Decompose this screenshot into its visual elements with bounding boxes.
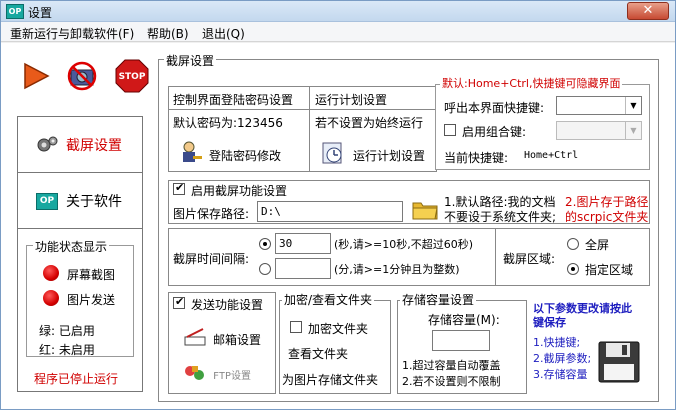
menu-help[interactable]: 帮助(B) bbox=[147, 25, 189, 42]
nav-screenshot-label: 截屏设置 bbox=[66, 138, 122, 154]
combo-key-label: 启用组合键: bbox=[462, 125, 527, 139]
left-nav-panel: 截屏设置 OP 关于软件 功能状态显示 屏幕截图 图片发送 绿: 已启用 红: … bbox=[17, 116, 143, 392]
nav-screenshot-settings[interactable]: 截屏设置 bbox=[18, 117, 142, 173]
send-function-box: 发送功能设置 邮箱设置 FTP设置 bbox=[168, 292, 276, 394]
stopped-status: 程序已停止运行 bbox=[34, 372, 119, 386]
plan-header: 运行计划设置 bbox=[315, 93, 388, 107]
encrypt-folder-label: 加密文件夹 bbox=[308, 322, 369, 336]
save-path-input[interactable]: D:\ bbox=[257, 201, 403, 222]
storage-capacity-box: 存储容量设置 存储容量(M): 1.超过容量自动覆盖 2.若不设置则不限制 bbox=[397, 291, 527, 394]
interval-seconds-input[interactable]: 30 bbox=[275, 233, 331, 254]
current-hotkey-value: Home+Ctrl bbox=[524, 150, 579, 161]
password-plan-box: 控制界面登陆密码设置 运行计划设置 默认密码为:123456 若不设置为始终运行… bbox=[168, 86, 437, 172]
interval-minutes-input[interactable] bbox=[275, 258, 331, 279]
status-group: 功能状态显示 屏幕截图 图片发送 绿: 已启用 红: 未启用 bbox=[26, 238, 134, 357]
screenshot-settings-group: 截屏设置 控制界面登陆密码设置 运行计划设置 默认密码为:123456 若不设置… bbox=[158, 52, 659, 402]
current-hotkey-label: 当前快捷键: bbox=[444, 151, 509, 165]
storage-title: 存储容量设置 bbox=[400, 291, 477, 308]
storage-note-2: 2.若不设置则不限制 bbox=[402, 375, 501, 388]
capacity-label: 存储容量(M): bbox=[428, 313, 500, 327]
encrypt-folder-checkbox[interactable] bbox=[290, 321, 302, 333]
close-button[interactable]: ✕ bbox=[627, 2, 669, 20]
area-specified-label: 指定区域 bbox=[585, 263, 634, 277]
interval-label: 截屏时间间隔: bbox=[173, 252, 250, 266]
save-path-label: 图片保存路径: bbox=[173, 207, 250, 221]
ftp-settings-button[interactable]: FTP设置 bbox=[213, 367, 251, 382]
svg-text:STOP: STOP bbox=[119, 72, 146, 82]
status-title: 功能状态显示 bbox=[33, 238, 110, 255]
menu-exit[interactable]: 退出(Q) bbox=[202, 25, 245, 42]
password-header: 控制界面登陆密码设置 bbox=[173, 93, 294, 107]
call-hotkey-label: 呼出本界面快捷键: bbox=[444, 101, 545, 115]
gears-icon bbox=[37, 136, 58, 152]
ftp-icon bbox=[185, 366, 204, 380]
path-note-2b: 的scrpic文件夹 bbox=[565, 210, 649, 224]
save-note-item-2: 2.截屏参数; bbox=[533, 352, 592, 365]
main-group-title: 截屏设置 bbox=[164, 52, 217, 69]
storage-note-1: 1.超过容量自动覆盖 bbox=[402, 359, 501, 372]
green-legend: 绿: 已启用 bbox=[39, 324, 95, 338]
send-enable-label: 发送功能设置 bbox=[191, 298, 264, 312]
app-icon: OP bbox=[6, 4, 24, 19]
no-camera-icon[interactable] bbox=[67, 61, 97, 91]
nav-about[interactable]: OP 关于软件 bbox=[18, 173, 142, 229]
window-title: 设置 bbox=[28, 6, 53, 20]
default-password: 默认密码为:123456 bbox=[173, 116, 283, 130]
view-folder-button[interactable]: 查看文件夹 bbox=[288, 345, 348, 362]
save-note-title-2: 键保存 bbox=[533, 316, 566, 329]
mail-settings-button[interactable]: 邮箱设置 bbox=[213, 331, 261, 348]
title-bar: OP 设置 ✕ bbox=[1, 1, 675, 22]
user-key-icon bbox=[183, 141, 202, 162]
capacity-input[interactable] bbox=[432, 330, 490, 351]
encrypt-title: 加密/查看文件夹 bbox=[282, 291, 375, 308]
capture-area-label: 截屏区域: bbox=[503, 252, 556, 266]
area-specified-radio[interactable] bbox=[567, 263, 579, 275]
folder-icon[interactable] bbox=[411, 197, 439, 221]
about-icon: OP bbox=[36, 193, 58, 210]
nav-about-label: 关于软件 bbox=[66, 194, 122, 210]
combo-key-select[interactable]: ▼ bbox=[556, 121, 642, 140]
menu-bar: 重新运行与卸载软件(F) 帮助(B) 退出(Q) bbox=[1, 22, 675, 42]
interval-box: 截屏时间间隔: 30 (秒,请>=10秒,不超过60秒) (分,请>=1分钟且为… bbox=[168, 228, 650, 286]
red-legend: 红: 未启用 bbox=[39, 343, 95, 357]
interval-minutes-radio[interactable] bbox=[259, 263, 271, 275]
hotkey-group: 默认:Home+Ctrl,快捷键可隐藏界面 呼出本界面快捷键: ▼ 启用组合键:… bbox=[435, 75, 650, 170]
play-icon[interactable] bbox=[21, 61, 51, 91]
mail-pen-icon bbox=[184, 328, 206, 346]
combo-key-checkbox[interactable] bbox=[444, 124, 456, 136]
capture-enable-checkbox[interactable] bbox=[173, 181, 185, 195]
storage-folder-note: 为图片存储文件夹 bbox=[282, 373, 379, 387]
client-area: STOP 截屏设置 OP 关于软件 功能状态显示 屏幕截图 图片发送 绿: 已启… bbox=[1, 43, 675, 409]
settings-window: OP 设置 ✕ 重新运行与卸载软件(F) 帮助(B) 退出(Q) STOP 截屏… bbox=[0, 0, 676, 410]
path-note-1b: 不要设于系统文件夹; bbox=[444, 210, 557, 224]
hotkey-title: 默认:Home+Ctrl,快捷键可隐藏界面 bbox=[440, 75, 623, 91]
interval-seconds-radio[interactable] bbox=[259, 238, 271, 250]
capture-status-dot bbox=[43, 265, 59, 281]
send-status-dot bbox=[43, 290, 59, 306]
clock-calendar-icon bbox=[322, 142, 342, 164]
capture-status-label: 屏幕截图 bbox=[67, 268, 116, 282]
menu-reinstall[interactable]: 重新运行与卸载软件(F) bbox=[10, 25, 134, 42]
capture-enable-box: 启用截屏功能设置 图片保存路径: D:\ 1.默认路径:我的文档 不要设于系统文… bbox=[168, 180, 650, 224]
call-hotkey-select[interactable]: ▼ bbox=[556, 96, 642, 115]
stop-icon[interactable]: STOP bbox=[115, 59, 149, 93]
capture-enable-label: 启用截屏功能设置 bbox=[191, 184, 288, 198]
area-full-label: 全屏 bbox=[585, 238, 610, 252]
area-full-radio[interactable] bbox=[567, 238, 579, 250]
save-note-item-1: 1.快捷键; bbox=[533, 336, 581, 349]
plan-note: 若不设置为始终运行 bbox=[315, 116, 424, 130]
save-note-item-3: 3.存储容量 bbox=[533, 368, 588, 381]
send-enable-checkbox[interactable] bbox=[173, 295, 185, 309]
interval-minutes-hint: (分,请>=1分钟且为整数) bbox=[334, 263, 460, 276]
plan-settings-button[interactable]: 运行计划设置 bbox=[353, 147, 425, 164]
interval-seconds-hint: (秒,请>=10秒,不超过60秒) bbox=[334, 238, 474, 251]
change-password-button[interactable]: 登陆密码修改 bbox=[209, 147, 281, 164]
encrypt-folder-box: 加密/查看文件夹 加密文件夹 查看文件夹 为图片存储文件夹 bbox=[279, 291, 391, 394]
send-status-label: 图片发送 bbox=[67, 293, 116, 307]
save-disk-icon[interactable] bbox=[597, 340, 641, 384]
